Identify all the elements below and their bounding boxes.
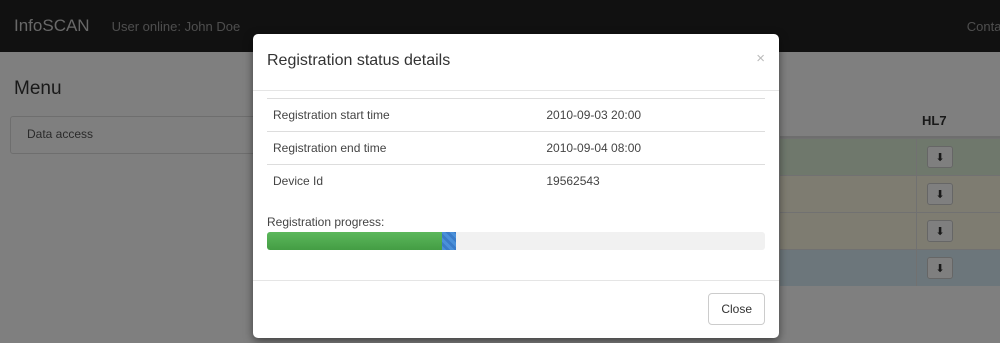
detail-label: Registration end time	[267, 131, 547, 165]
progress-bar-fill	[267, 232, 443, 250]
progress-label: Registration progress:	[267, 215, 385, 229]
table-row: Registration start time 2010-09-03 20:00	[267, 98, 765, 132]
registration-status-modal: Registration status details × Registrati…	[253, 34, 779, 338]
detail-value: 2010-09-03 20:00	[546, 98, 765, 132]
progress-bar-striped-tip	[442, 232, 457, 250]
close-button[interactable]: Close	[708, 293, 765, 325]
detail-value: 2010-09-04 08:00	[546, 131, 765, 165]
detail-label: Device Id	[267, 164, 547, 197]
table-row: Device Id 19562543	[267, 164, 765, 197]
table-row: Registration end time 2010-09-04 08:00	[267, 131, 765, 165]
modal-footer: Close	[253, 280, 779, 339]
modal-header: Registration status details ×	[253, 34, 779, 91]
detail-label: Registration start time	[267, 98, 547, 132]
modal-title: Registration status details	[267, 52, 451, 69]
registration-progress-bar	[267, 232, 765, 250]
registration-details-table: Registration start time 2010-09-03 20:00…	[267, 98, 765, 197]
close-icon[interactable]: ×	[756, 50, 765, 67]
detail-value: 19562543	[546, 164, 765, 197]
